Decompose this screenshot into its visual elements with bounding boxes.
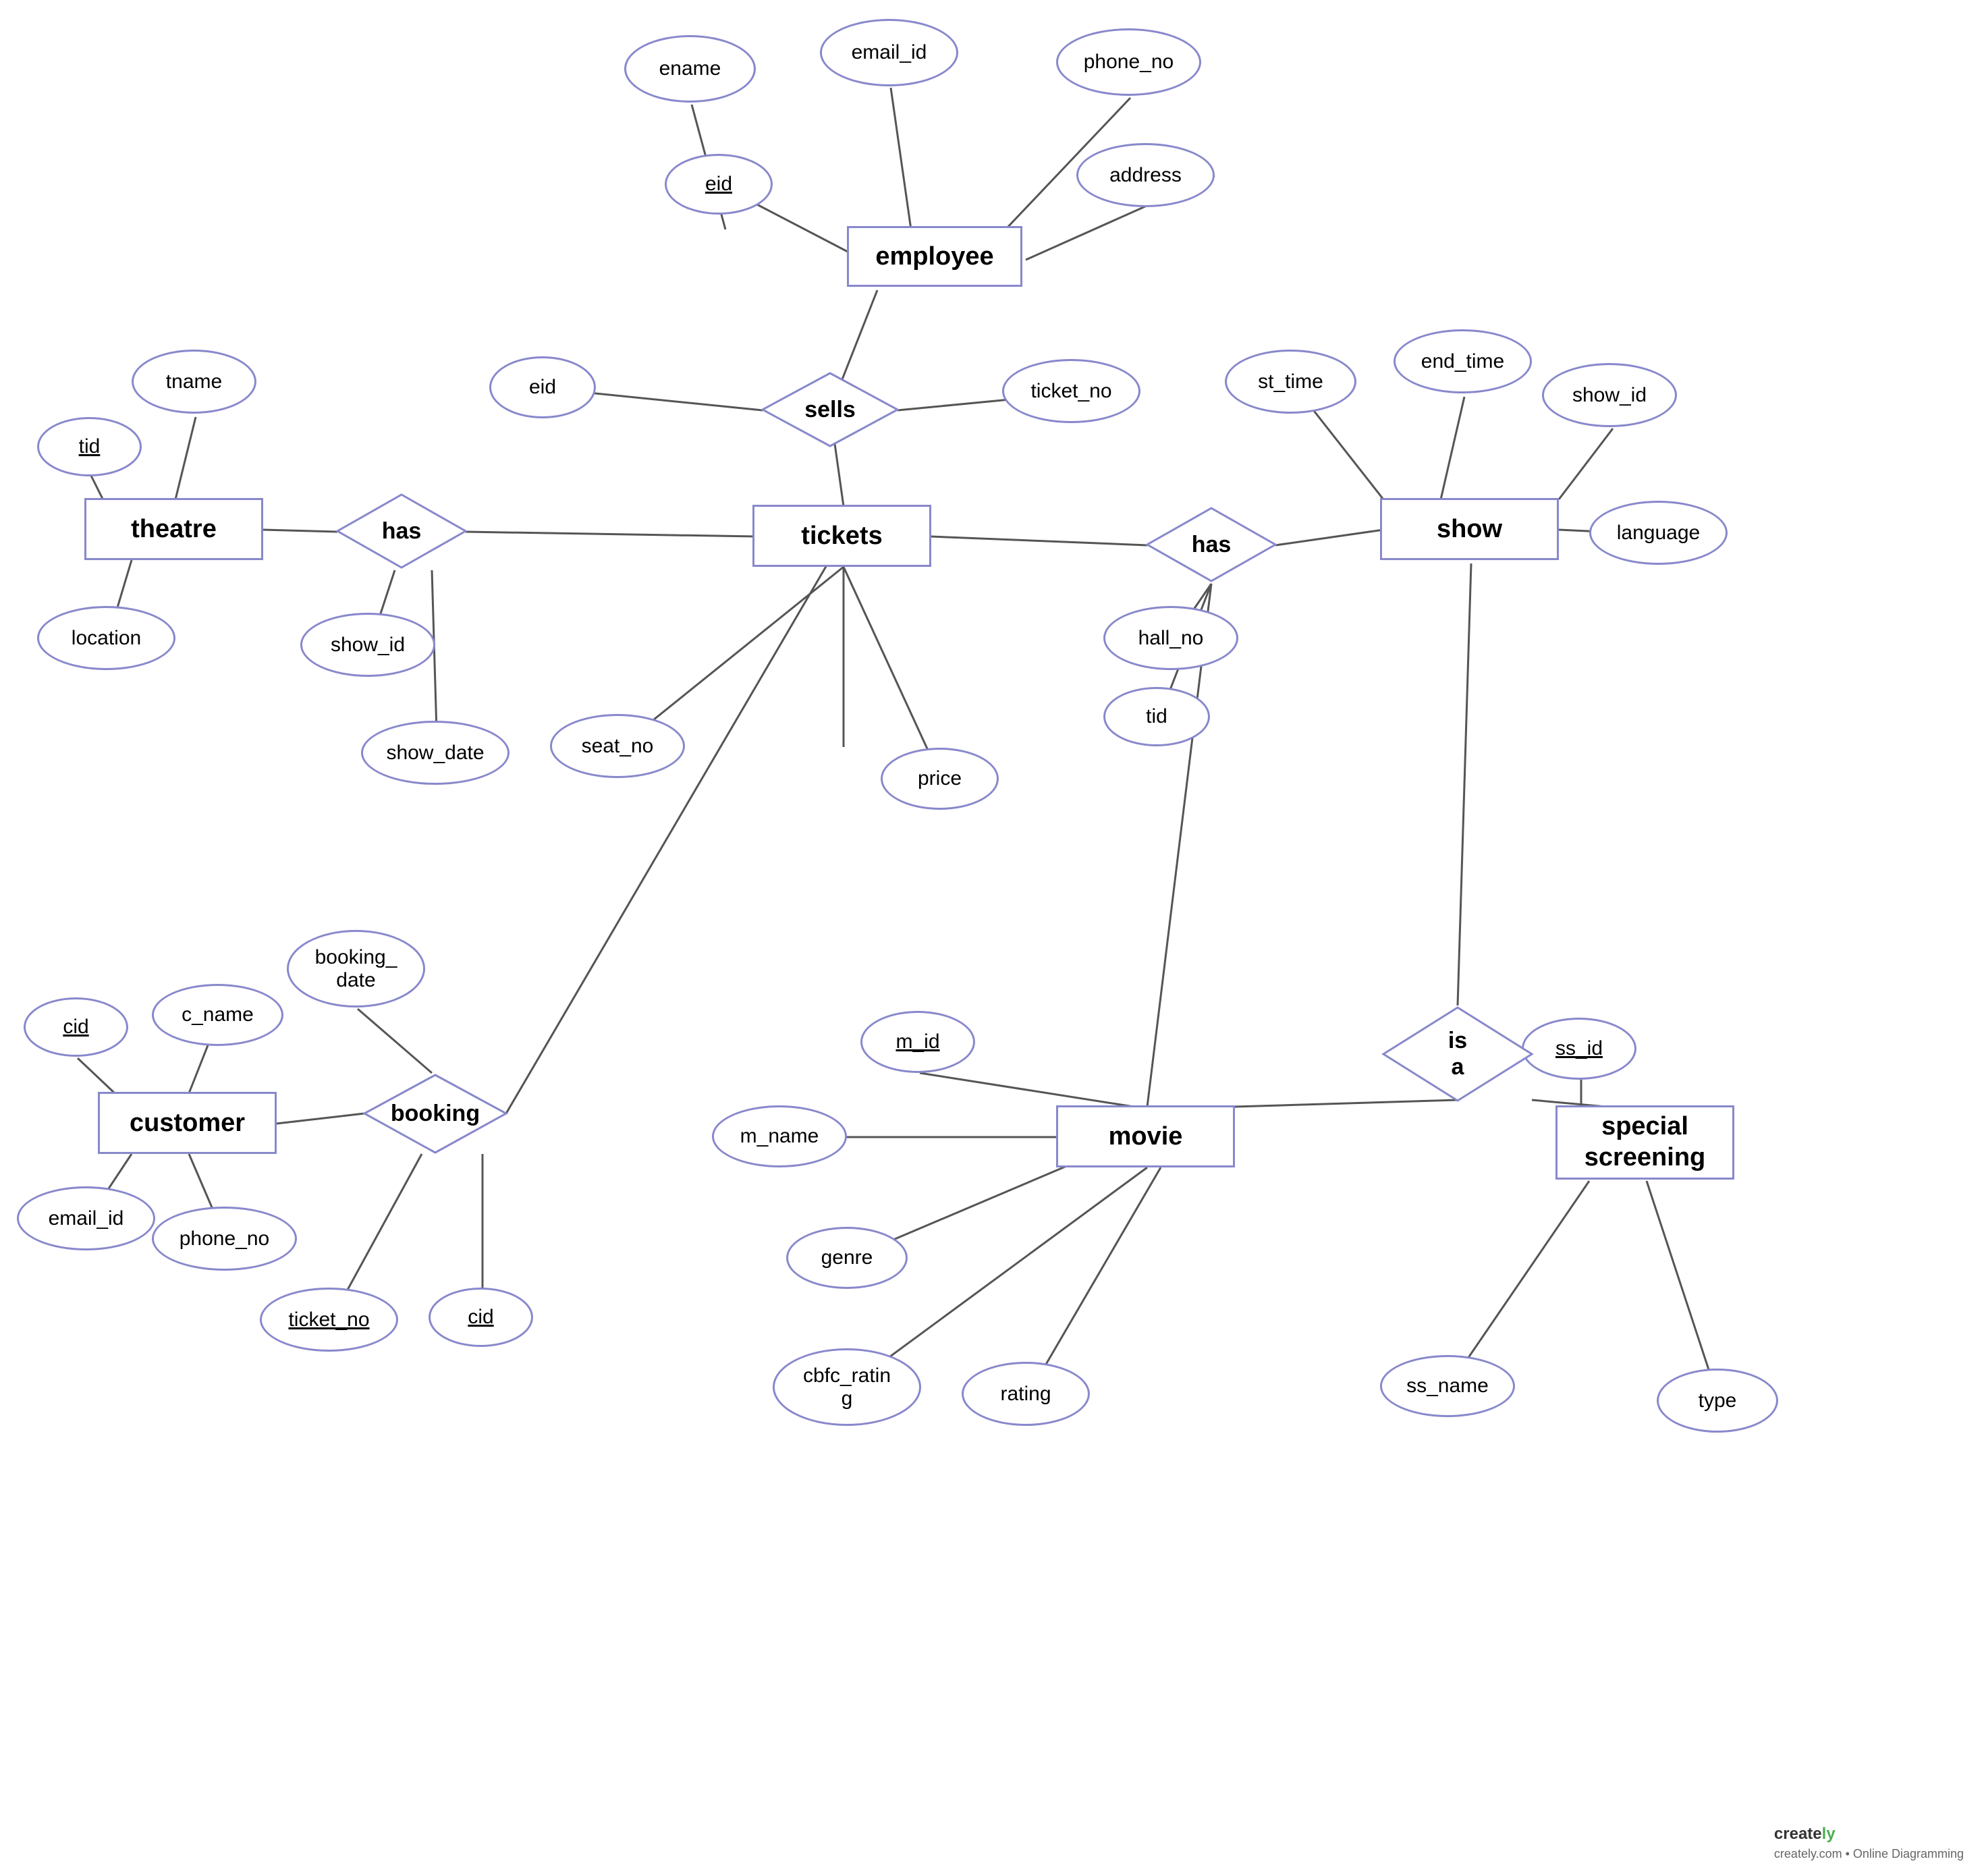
attr-cid-customer: cid: [24, 997, 128, 1057]
attr-address: address: [1076, 143, 1215, 207]
entity-employee: employee: [847, 226, 1022, 287]
attr-st-time: st_time: [1225, 350, 1356, 414]
attr-ss-name: ss_name: [1380, 1355, 1515, 1417]
attr-tname: tname: [132, 350, 256, 414]
attr-genre: genre: [786, 1227, 908, 1289]
attr-cbfc-rating: cbfc_ratin g: [773, 1348, 921, 1426]
relation-sells: sells: [759, 370, 901, 449]
attr-email-id-employee: email_id: [820, 19, 958, 86]
attr-language: language: [1589, 501, 1728, 565]
attr-phone-no-employee: phone_no: [1056, 28, 1201, 96]
attr-show-id-has-left: show_id: [300, 613, 435, 677]
attr-eid-employee: eid: [665, 154, 773, 215]
relation-booking: booking: [361, 1072, 509, 1156]
attr-c-name: c_name: [152, 984, 283, 1046]
attr-booking-date: booking_ date: [287, 930, 425, 1008]
er-diagram: employee theatre tickets show customer m…: [0, 0, 1984, 1876]
watermark-tagline: creately.com • Online Diagramming: [1774, 1847, 1964, 1860]
entity-theatre: theatre: [84, 498, 263, 560]
attr-show-id-show: show_id: [1542, 363, 1677, 427]
attr-location: location: [37, 606, 175, 670]
relation-is-a: is a: [1380, 1004, 1535, 1104]
attr-hall-no: hall_no: [1103, 606, 1238, 670]
attr-phone-no-customer: phone_no: [152, 1207, 297, 1271]
attr-tid-tickets: tid: [1103, 687, 1210, 746]
attr-rating: rating: [962, 1362, 1090, 1426]
entity-special-screening: special screening: [1555, 1105, 1734, 1180]
attr-type: type: [1657, 1369, 1778, 1433]
attr-tid-theatre: tid: [37, 417, 142, 476]
attr-show-date: show_date: [361, 721, 509, 785]
entity-show: show: [1380, 498, 1559, 560]
attr-ticket-no-booking: ticket_no: [260, 1288, 398, 1352]
relation-has-right: has: [1144, 505, 1279, 584]
entity-movie: movie: [1056, 1105, 1235, 1167]
watermark-brand: creately: [1774, 1825, 1836, 1843]
attr-price: price: [881, 748, 999, 810]
watermark: creately creately.com • Online Diagrammi…: [1774, 1825, 1964, 1863]
attr-ss-id: ss_id: [1522, 1018, 1636, 1080]
entity-customer: customer: [98, 1092, 277, 1154]
attr-end-time: end_time: [1394, 329, 1532, 393]
attr-m-id: m_id: [860, 1011, 975, 1073]
entity-tickets: tickets: [752, 505, 931, 567]
attr-ename: ename: [624, 35, 756, 103]
attr-ticket-no-sells: ticket_no: [1002, 359, 1140, 423]
attr-email-id-customer: email_id: [17, 1186, 155, 1250]
relation-has-left: has: [334, 491, 469, 571]
attr-seat-no: seat_no: [550, 714, 685, 778]
attr-m-name: m_name: [712, 1105, 847, 1167]
attr-cid-booking: cid: [429, 1288, 533, 1347]
attr-eid-sells: eid: [489, 356, 596, 418]
